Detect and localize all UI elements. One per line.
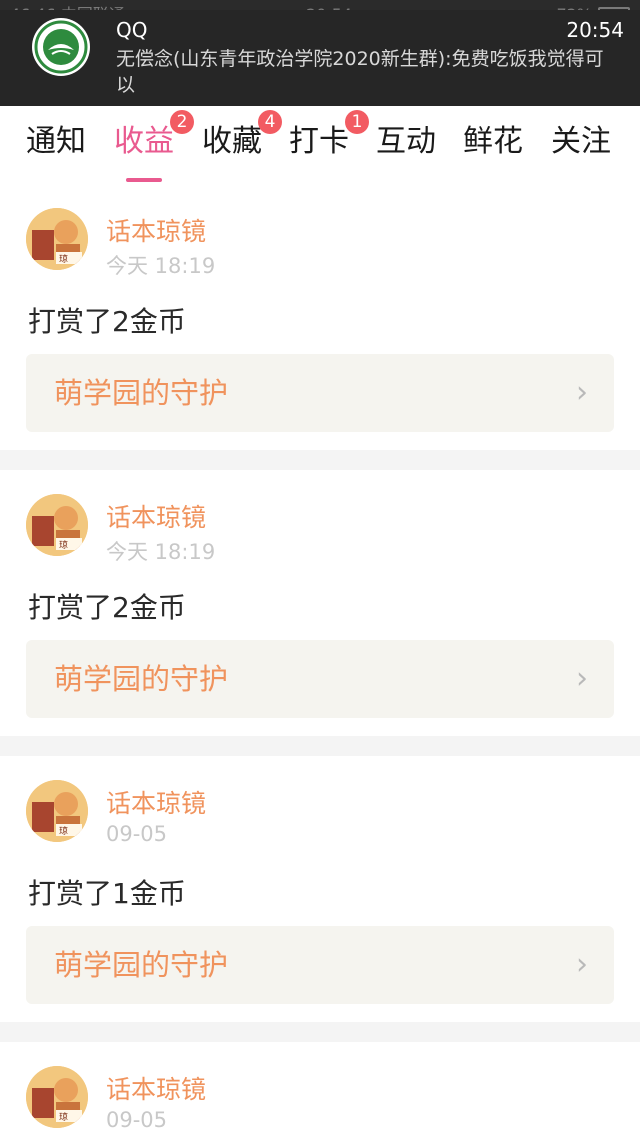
tab-follow[interactable]: 关注 bbox=[551, 122, 611, 162]
chevron-right-icon: › bbox=[576, 661, 588, 696]
timestamp: 09-05 bbox=[106, 1108, 168, 1132]
tab-flowers[interactable]: 鲜花 bbox=[463, 122, 523, 162]
list-item: 琼 话本琼镜 今天 18:19 打赏了2金币 萌学园的守护 › bbox=[0, 184, 640, 450]
list-item: 琼 话本琼镜 09-05 bbox=[0, 1042, 640, 1138]
tab-interaction[interactable]: 互动 bbox=[376, 122, 436, 162]
avatar[interactable]: 琼 bbox=[26, 208, 88, 270]
badge-count: 4 bbox=[258, 110, 282, 134]
timestamp: 09-05 bbox=[106, 822, 168, 846]
qq-notification[interactable]: QQ 20:54 无偿念(山东青年政治学院2020新生群):免费吃饭我觉得可以 bbox=[0, 10, 640, 106]
story-title: 萌学园的守护 bbox=[54, 948, 229, 982]
story-link[interactable]: 萌学园的守护 › bbox=[26, 926, 614, 1004]
svg-text:琼: 琼 bbox=[59, 825, 68, 837]
user-name[interactable]: 话本琼镜 bbox=[106, 784, 206, 820]
tab-label: 收藏 bbox=[202, 124, 262, 159]
chevron-right-icon: › bbox=[576, 947, 588, 982]
reward-text: 打赏了2金币 bbox=[28, 305, 186, 338]
notification-message: 无偿念(山东青年政治学院2020新生群):免费吃饭我觉得可以 bbox=[116, 48, 604, 96]
story-link[interactable]: 萌学园的守护 › bbox=[26, 640, 614, 718]
tab-checkin[interactable]: 打卡 1 bbox=[289, 110, 369, 162]
divider bbox=[0, 450, 640, 470]
svg-text:琼: 琼 bbox=[59, 253, 68, 265]
list-item: 琼 话本琼镜 今天 18:19 打赏了2金币 萌学园的守护 › bbox=[0, 470, 640, 736]
reward-text: 打赏了1金币 bbox=[28, 877, 186, 910]
divider bbox=[0, 1022, 640, 1042]
tab-label: 通知 bbox=[26, 124, 86, 159]
tab-income[interactable]: 收益 2 bbox=[114, 110, 194, 182]
story-title: 萌学园的守护 bbox=[54, 376, 229, 410]
tab-label: 鲜花 bbox=[463, 124, 523, 159]
avatar[interactable]: 琼 bbox=[26, 1066, 88, 1128]
badge-count: 2 bbox=[170, 110, 194, 134]
user-name[interactable]: 话本琼镜 bbox=[106, 498, 206, 534]
user-name[interactable]: 话本琼镜 bbox=[106, 1070, 206, 1106]
tab-label: 打卡 bbox=[289, 124, 349, 159]
chevron-right-icon: › bbox=[576, 375, 588, 410]
svg-text:琼: 琼 bbox=[59, 539, 68, 551]
tab-notice[interactable]: 通知 bbox=[26, 122, 86, 162]
notification-app-name: QQ bbox=[116, 18, 148, 42]
divider bbox=[0, 736, 640, 756]
tab-favorites[interactable]: 收藏 4 bbox=[202, 110, 282, 162]
avatar[interactable]: 琼 bbox=[26, 494, 88, 556]
badge-count: 1 bbox=[345, 110, 369, 134]
timestamp: 今天 18:19 bbox=[106, 540, 216, 564]
notification-time: 20:54 bbox=[566, 18, 624, 42]
tab-bar: 通知 收益 2 收藏 4 打卡 1 互动 鲜花 关注 bbox=[0, 106, 640, 184]
tab-label: 收益 bbox=[114, 124, 174, 159]
list-item: 琼 话本琼镜 09-05 打赏了1金币 萌学园的守护 › bbox=[0, 756, 640, 1022]
svg-text:琼: 琼 bbox=[59, 1111, 68, 1123]
tab-label: 互动 bbox=[376, 124, 436, 159]
avatar[interactable]: 琼 bbox=[26, 780, 88, 842]
group-avatar-icon bbox=[32, 18, 90, 76]
reward-text: 打赏了2金币 bbox=[28, 591, 186, 624]
active-tab-indicator bbox=[126, 178, 162, 182]
user-name[interactable]: 话本琼镜 bbox=[106, 212, 206, 248]
story-title: 萌学园的守护 bbox=[54, 662, 229, 696]
timestamp: 今天 18:19 bbox=[106, 254, 216, 278]
story-link[interactable]: 萌学园的守护 › bbox=[26, 354, 614, 432]
tab-label: 关注 bbox=[551, 124, 611, 159]
